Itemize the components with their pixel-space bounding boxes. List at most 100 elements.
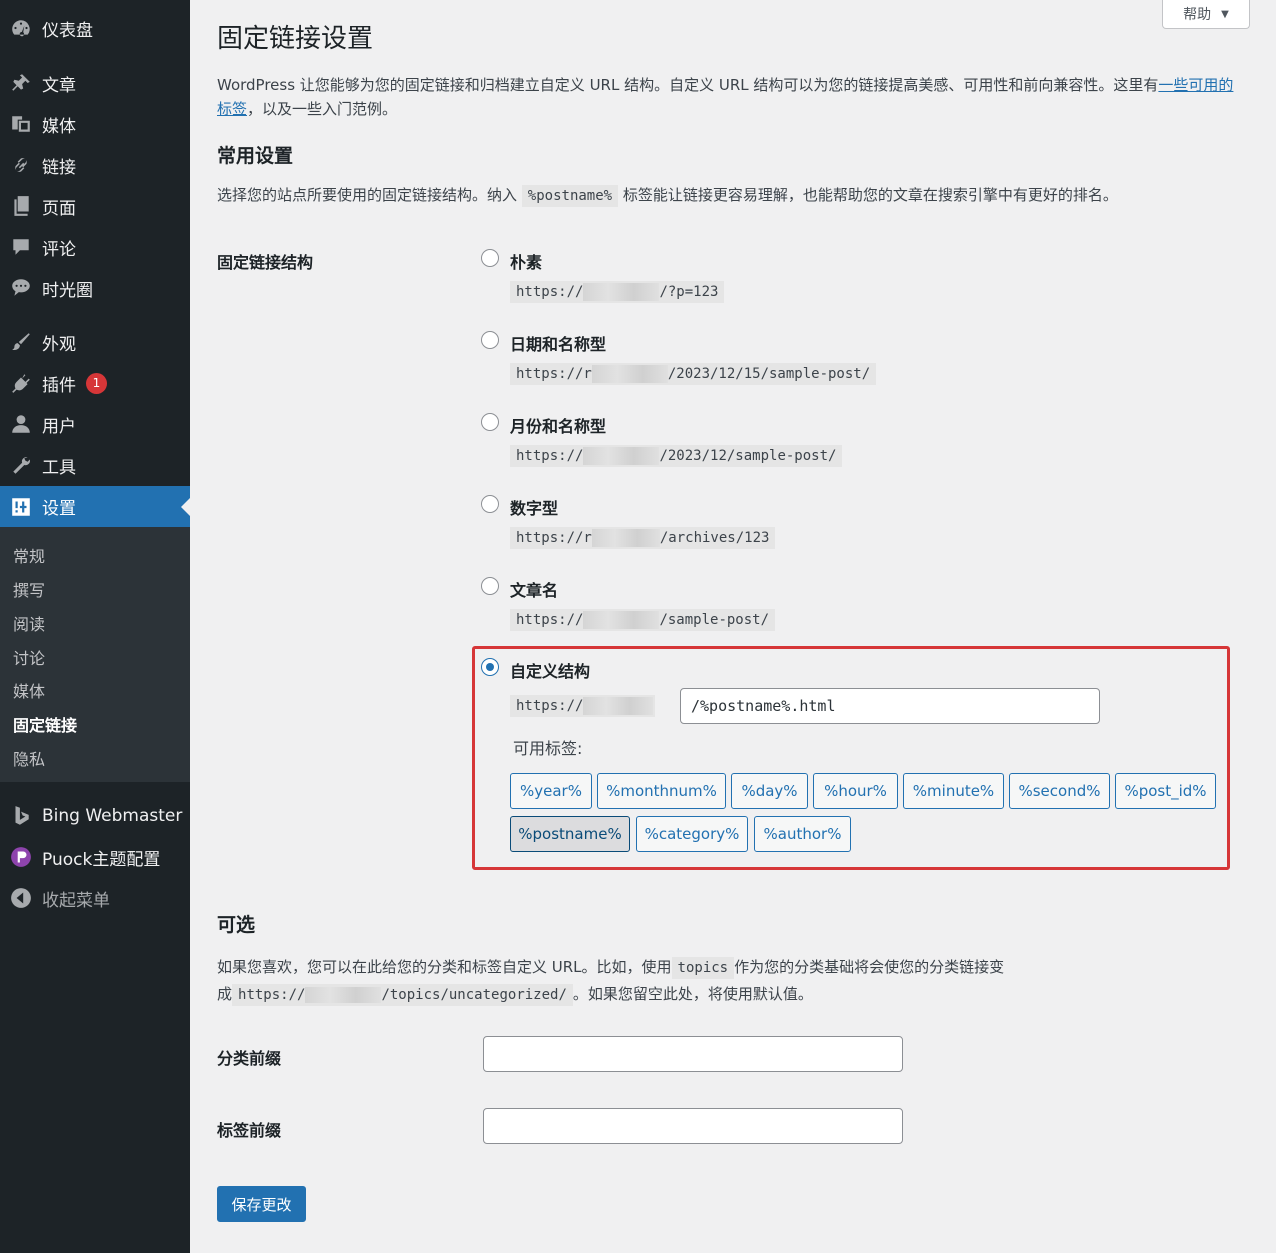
topics-code: topics [671,957,735,979]
url-suffix: /archives/123 [659,530,770,546]
submenu-reading[interactable]: 阅读 [13,611,45,635]
sidebar-item-label: Puock主题配置 [42,849,161,870]
tag-hour-button[interactable]: %hour% [813,773,898,809]
common-settings-desc: 选择您的站点所要使用的固定链接结构。纳入 %postname% 标签能让链接更容… [217,184,1118,207]
submenu-privacy[interactable]: 隐私 [13,746,45,770]
option-label: 自定义结构 [510,662,591,681]
radio-month-name[interactable] [481,413,499,431]
sidebar-collapse-menu[interactable]: 收起菜单 [0,878,190,918]
comment-icon [9,235,33,259]
sidebar-item-label: 设置 [42,499,76,519]
custom-structure-input[interactable]: /%postname%.html [680,688,1100,724]
sidebar-item-plugins[interactable]: 插件 1 [0,363,190,403]
sidebar-item-appearance[interactable]: 外观 [0,322,190,362]
puock-icon [9,845,33,869]
url-suffix: /2023/12/sample-post/ [659,448,837,464]
optional-desc: 如果您喜欢，您可以在此给您的分类和标签自定义 URL。比如，使用 topics 作为… [217,954,1057,1008]
main-content: 帮助 ▼ 固定链接设置 WordPress 让您能够为您的固定链接和归档建立自定… [190,0,1276,1253]
admin-sidebar: 仪表盘 文章 媒体 链接 页面 评论 时光圈 外观 插件 1 用户 工具 设置 … [0,0,190,1253]
submenu-writing[interactable]: 撰写 [13,577,45,601]
wrench-icon [9,453,33,477]
tag-category-button[interactable]: %category% [636,816,748,852]
sidebar-item-label: 仪表盘 [42,20,93,41]
sidebar-item-puock-theme[interactable]: Puock主题配置 [0,837,190,877]
tag-day-button[interactable]: %day% [731,773,808,809]
option-label: 朴素 [510,253,543,272]
sidebar-item-comments[interactable]: 评论 [0,227,190,267]
settings-submenu: 常规 撰写 阅读 讨论 媒体 固定链接 隐私 [0,527,190,782]
desc-text: 成 [217,985,233,1003]
sidebar-item-links[interactable]: 链接 [0,145,190,185]
user-icon [9,412,33,436]
sidebar-item-moments[interactable]: 时光圈 [0,268,190,308]
url-suffix: /2023/12/15/sample-post/ [667,366,871,382]
desc-text: 标签能让链接更容易理解，也能帮助您的文章在搜索引擎中有更好的排名。 [622,186,1118,204]
sidebar-item-users[interactable]: 用户 [0,404,190,444]
submenu-discussion[interactable]: 讨论 [13,645,45,669]
bing-icon [9,804,33,828]
sidebar-item-settings[interactable]: 设置 [0,486,190,527]
submenu-general[interactable]: 常规 [13,543,45,567]
postname-code: %postname% [521,185,619,207]
save-changes-button[interactable]: 保存更改 [217,1186,306,1222]
radio-day-name[interactable] [481,331,499,349]
option-label: 数字型 [510,499,559,518]
tag-base-label: 标签前缀 [217,1121,282,1140]
url-prefix: https:// [516,612,584,628]
option-label: 月份和名称型 [510,417,607,436]
url-suffix: /?p=123 [659,284,719,300]
sidebar-item-label: 收起菜单 [42,890,110,911]
sidebar-item-posts[interactable]: 文章 [0,63,190,103]
example-url-code: https:// /topics/uncategorized/ [232,984,573,1006]
radio-numeric[interactable] [481,495,499,513]
tag-postname-button[interactable]: %postname% [510,816,630,852]
tag-author-button[interactable]: %author% [754,816,851,852]
tag-second-button[interactable]: %second% [1009,773,1110,809]
desc-text: 选择您的站点所要使用的固定链接结构。纳入 [217,186,518,204]
radio-plain[interactable] [481,249,499,267]
sidebar-item-label: 页面 [42,198,76,219]
redacted-domain [583,447,660,465]
redacted-domain [591,365,668,383]
sidebar-item-label: 插件 [42,375,76,396]
media-icon [9,112,33,136]
tag-minute-button[interactable]: %minute% [903,773,1004,809]
submenu-permalinks[interactable]: 固定链接 [13,712,77,736]
sidebar-item-dashboard[interactable]: 仪表盘 [0,8,190,48]
sidebar-item-tools[interactable]: 工具 [0,445,190,485]
url-example: https:// /?p=123 [510,281,725,303]
dashboard-icon [9,16,33,40]
redacted-domain [583,697,654,715]
tag-post-id-button[interactable]: %post_id% [1115,773,1216,809]
help-button[interactable]: 帮助 ▼ [1162,0,1250,29]
permalink-structure-label: 固定链接结构 [217,253,314,272]
page-title: 固定链接设置 [217,24,374,54]
redacted-domain [583,283,660,301]
desc-text: 作为您的分类基础将会使您的分类链接变 [734,958,1005,976]
url-example: https:// /2023/12/sample-post/ [510,445,843,467]
radio-custom[interactable] [481,658,499,676]
url-example: https://r/archives/123 [510,527,776,549]
sidebar-item-pages[interactable]: 页面 [0,186,190,226]
radio-post-name[interactable] [481,577,499,595]
intro-text: WordPress 让您能够为您的固定链接和归档建立自定义 URL 结构。自定义… [217,73,1247,121]
tag-year-button[interactable]: %year% [510,773,592,809]
sidebar-item-bing-webmaster[interactable]: Bing Webmaster [0,796,190,836]
sidebar-item-media[interactable]: 媒体 [0,104,190,144]
tag-base-input[interactable] [483,1108,903,1144]
submenu-media[interactable]: 媒体 [13,678,45,702]
option-label: 文章名 [510,581,559,600]
sidebar-item-label: 链接 [42,157,76,178]
available-tags-label: 可用标签: [513,739,583,758]
tag-monthnum-button[interactable]: %monthnum% [597,773,726,809]
custom-url-prefix: https:// [510,695,655,717]
intro-text-body: WordPress 让您能够为您的固定链接和归档建立自定义 URL 结构。自定义… [217,76,1159,94]
pin-icon [9,71,33,95]
sidebar-item-label: Bing Webmaster [42,806,183,826]
category-base-input[interactable] [483,1036,903,1072]
sidebar-item-label: 外观 [42,334,76,355]
intro-text-tail: ，以及一些入门范例。 [247,100,398,118]
url-suffix: /sample-post/ [659,612,770,628]
url-example: https:// /sample-post/ [510,609,776,631]
option-label: 日期和名称型 [510,335,607,354]
